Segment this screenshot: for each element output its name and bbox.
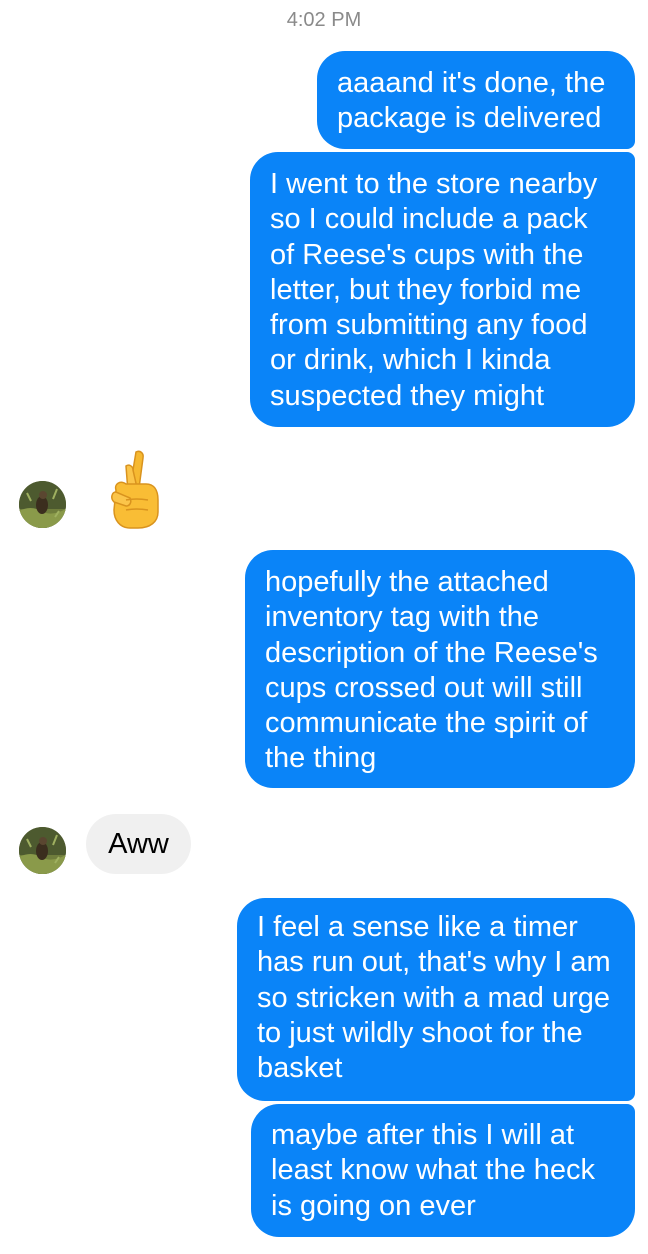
outgoing-message-bubble[interactable]: hopefully the attached inventory tag wit…	[245, 550, 635, 788]
message-timestamp: 4:02 PM	[286, 9, 362, 31]
message-text: aaaand it's done, the package is deliver…	[337, 67, 606, 135]
outgoing-message-bubble[interactable]: I feel a sense like a timer has run out,…	[237, 898, 635, 1101]
message-text: maybe after this I will at least know wh…	[271, 1119, 596, 1222]
outgoing-message-bubble[interactable]: maybe after this I will at least know wh…	[251, 1104, 635, 1237]
contact-avatar[interactable]	[19, 481, 66, 528]
message-text: I feel a sense like a timer has run out,…	[257, 911, 611, 1085]
message-text: I went to the store nearby so I could in…	[270, 168, 598, 412]
message-text: Aww	[108, 828, 169, 860]
outgoing-message-bubble[interactable]: I went to the store nearby so I could in…	[250, 152, 635, 427]
contact-avatar[interactable]	[19, 827, 66, 874]
outgoing-message-bubble[interactable]: aaaand it's done, the package is deliver…	[317, 51, 635, 149]
incoming-message-bubble[interactable]: Aww	[86, 814, 191, 874]
crossed-fingers-emoji-icon	[111, 450, 159, 529]
message-text: hopefully the attached inventory tag wit…	[265, 566, 598, 775]
